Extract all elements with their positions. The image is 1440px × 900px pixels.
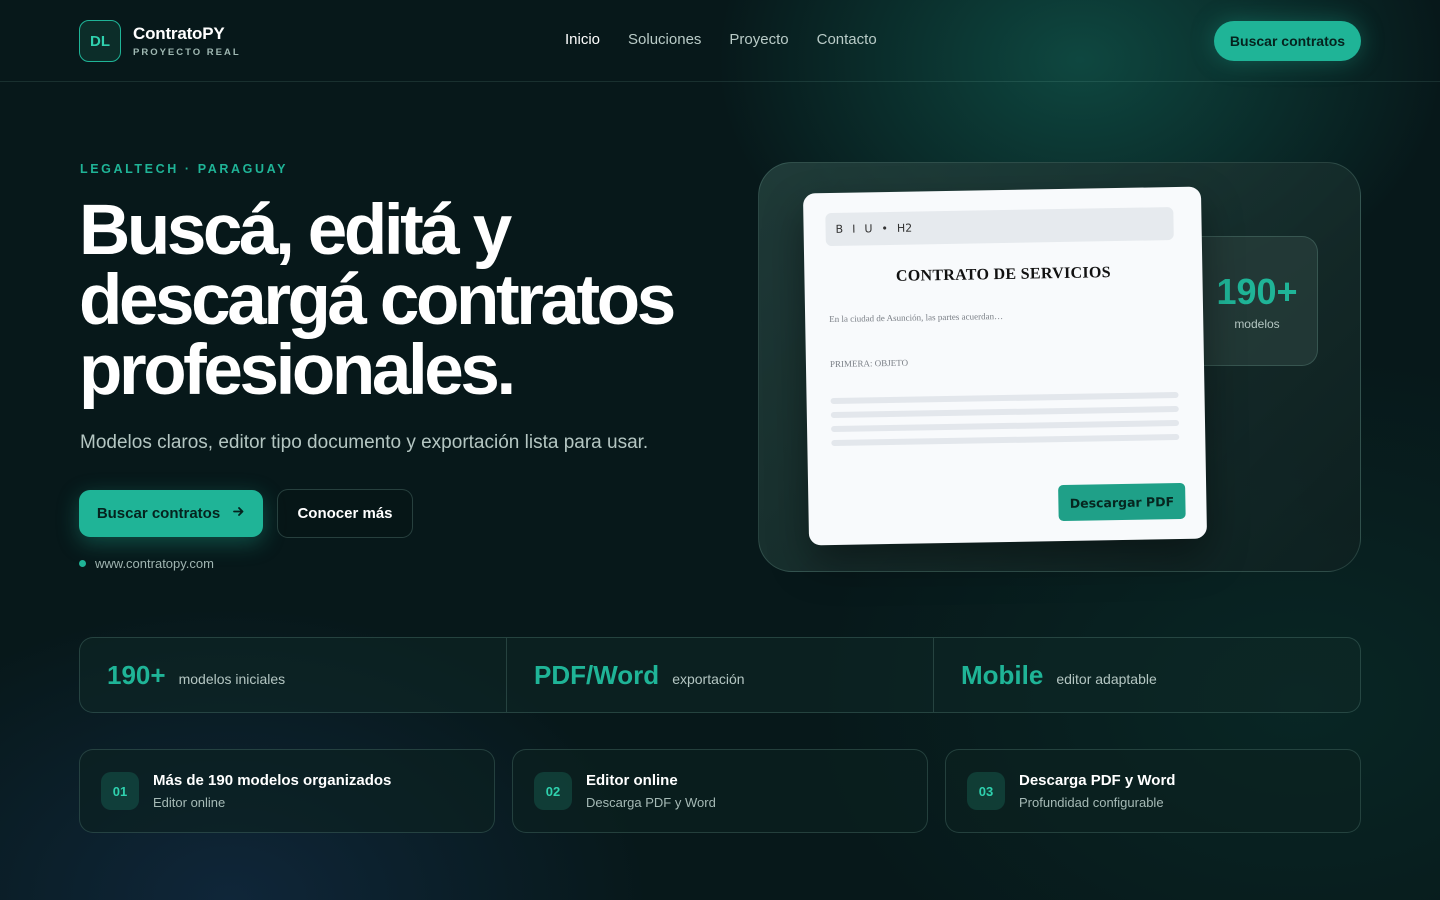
bold-tool[interactable]: B — [835, 223, 843, 236]
status-dot-icon — [79, 560, 86, 567]
stat-item: 190+ modelos iniciales — [80, 638, 506, 712]
stat-value: Mobile — [961, 659, 1044, 690]
feature-number: 03 — [967, 772, 1005, 810]
text-placeholder-line — [830, 391, 1179, 405]
text-placeholder-line — [830, 405, 1179, 419]
document-text: En la ciudad de Asunción, las partes acu… — [829, 311, 1004, 325]
hero-eyebrow: LEGALTECH · PARAGUAY — [80, 162, 289, 176]
heading-tool[interactable]: H2 — [897, 222, 913, 235]
feature-subtitle: Descarga PDF y Word — [586, 795, 716, 810]
brand-text: ContratoPY PROYECTO REAL — [133, 24, 241, 58]
feature-card: 02 Editor online Descarga PDF y Word — [512, 749, 928, 833]
feature-title: Descarga PDF y Word — [1019, 772, 1176, 789]
feature-card: 03 Descarga PDF y Word Profundidad confi… — [945, 749, 1361, 833]
brand-name: ContratoPY — [133, 24, 225, 43]
stat-label: modelos iniciales — [178, 671, 286, 687]
stat-label: exportación — [672, 671, 745, 687]
hero-title: Buscá, editá y descargá contratos profes… — [79, 191, 676, 410]
nav-link-proyecto[interactable]: Proyecto — [729, 31, 788, 48]
hero-subtitle: Modelos claros, editor tipo documento y … — [80, 432, 649, 453]
stats-strip: 190+ modelos iniciales PDF/Word exportac… — [79, 637, 1361, 713]
text-placeholder-line — [831, 433, 1180, 447]
document-title: CONTRATO DE SERVICIOS — [895, 264, 1112, 285]
feature-text: Más de 190 modelos organizados Editor on… — [153, 772, 391, 810]
site-header: DL ContratoPY PROYECTO REAL Inicio Soluc… — [0, 0, 1440, 82]
search-contracts-label: Buscar contratos — [96, 505, 221, 522]
models-stat-label: modelos — [1234, 317, 1280, 331]
feature-number: 01 — [101, 772, 139, 810]
feature-card: 01 Más de 190 modelos organizados Editor… — [79, 749, 495, 833]
site-url-text: www.contratopy.com — [95, 556, 214, 571]
feature-subtitle: Profundidad configurable — [1019, 795, 1164, 810]
brand-tagline: PROYECTO REAL — [133, 47, 241, 58]
feature-text: Descarga PDF y Word Profundidad configur… — [1019, 772, 1175, 810]
models-stat-card: 190+ modelos — [1186, 236, 1318, 366]
text-placeholder-line — [831, 419, 1180, 433]
header-search-button[interactable]: Buscar contratos — [1214, 21, 1361, 61]
stat-value: PDF/Word — [534, 659, 660, 690]
stat-label: editor adaptable — [1056, 671, 1157, 687]
feature-list: 01 Más de 190 modelos organizados Editor… — [79, 749, 1361, 833]
stat-item: Mobile editor adaptable — [933, 638, 1360, 712]
feature-title: Más de 190 modelos organizados — [153, 772, 392, 789]
main-nav: Inicio Soluciones Proyecto Contacto — [565, 31, 877, 48]
feature-number: 02 — [534, 772, 572, 810]
brand-logo[interactable]: DL ContratoPY PROYECTO REAL — [79, 20, 241, 62]
search-contracts-button[interactable]: Buscar contratos — [79, 490, 263, 537]
nav-link-soluciones[interactable]: Soluciones — [628, 31, 701, 48]
nav-link-contacto[interactable]: Contacto — [817, 31, 877, 48]
document-preview: B I U • H2 CONTRATO DE SERVICIOS En la c… — [802, 186, 1208, 546]
models-stat-value: 190+ — [1216, 271, 1298, 312]
logo-badge: DL — [79, 20, 121, 62]
editor-toolbar: B I U • H2 — [825, 207, 1174, 247]
italic-tool[interactable]: I — [852, 223, 855, 236]
learn-more-button[interactable]: Conocer más — [277, 489, 413, 538]
feature-text: Editor online Descarga PDF y Word — [586, 772, 716, 810]
bullet-tool[interactable]: • — [881, 222, 888, 235]
arrow-right-icon — [232, 505, 245, 522]
site-url: www.contratopy.com — [79, 556, 214, 571]
document-clause: PRIMERA: OBJETO — [829, 357, 909, 370]
stat-value: 190+ — [107, 659, 166, 690]
stat-item: PDF/Word exportación — [506, 638, 933, 712]
nav-link-inicio[interactable]: Inicio — [565, 31, 600, 48]
underline-tool[interactable]: U — [864, 222, 872, 235]
feature-subtitle: Editor online — [153, 795, 226, 810]
download-pdf-button[interactable]: Descargar PDF — [1058, 482, 1186, 522]
feature-title: Editor online — [586, 772, 678, 789]
